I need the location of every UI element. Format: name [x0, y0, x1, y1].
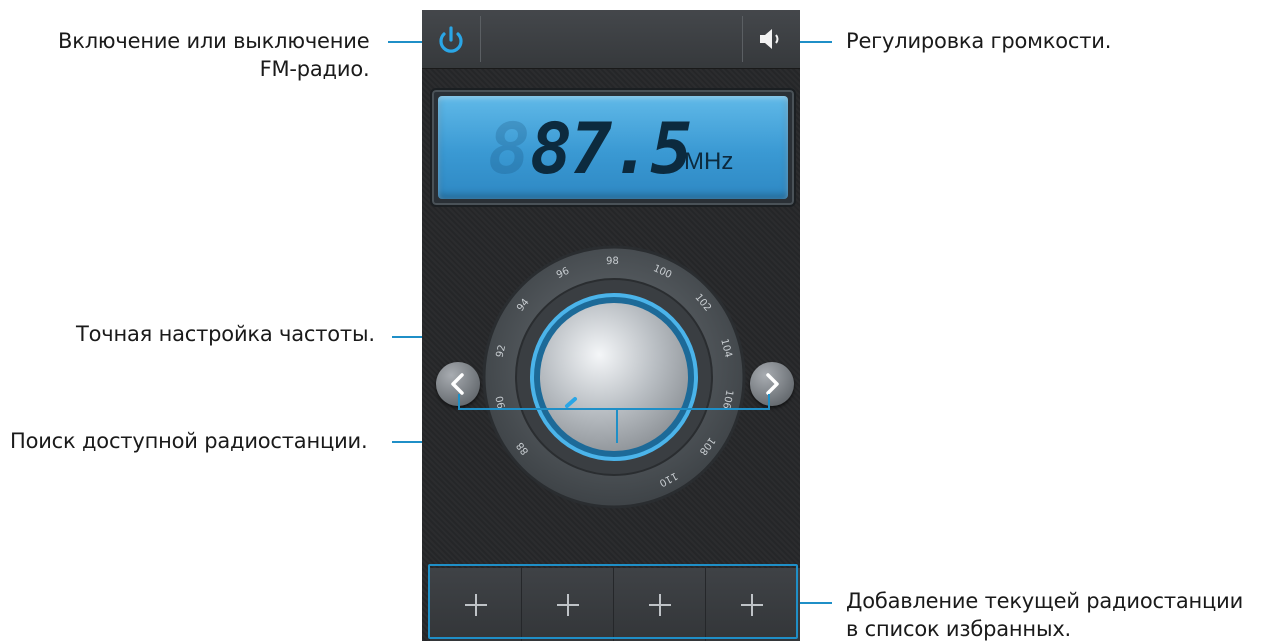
tuning-dial[interactable]: 889092949698100102104106108110	[422, 10, 800, 641]
favorites-annotation-line1: Добавление текущей радиостанции	[846, 589, 1244, 613]
chevron-right-icon	[766, 373, 779, 395]
favorites-annotation-line2: в список избранных.	[846, 617, 1072, 641]
favorites-highlight-frame	[428, 564, 798, 639]
fine-tune-annotation: Точная настройка частоты.	[76, 322, 375, 346]
tuning-dial-area: 88 90 92 94 96 98 100 102 104 106 108 110	[422, 10, 800, 641]
dial-scale-label: 98	[606, 256, 619, 267]
search-annotation: Поиск доступной радиостанции.	[10, 429, 368, 453]
search-bracket-stem	[616, 408, 618, 443]
power-leader	[388, 41, 424, 43]
fm-radio-screen: 8 87.5 MHz 88 90 92 94 96 98 100 102 104…	[422, 10, 800, 641]
favorites-annotation: Добавление текущей радиостанции в список…	[846, 587, 1243, 643]
search-bracket-right	[768, 394, 770, 410]
volume-leader	[798, 41, 832, 43]
power-annotation: Включение или выключение FM-радио.	[58, 27, 370, 83]
volume-annotation: Регулировка громкости.	[846, 29, 1112, 53]
dial-knob[interactable]	[540, 303, 688, 451]
search-bracket-bottom	[458, 408, 770, 410]
next-station-button[interactable]	[750, 362, 794, 406]
power-annotation-line2: FM-радио.	[259, 57, 370, 81]
favorites-leader	[798, 602, 832, 604]
power-annotation-line1: Включение или выключение	[58, 29, 370, 53]
